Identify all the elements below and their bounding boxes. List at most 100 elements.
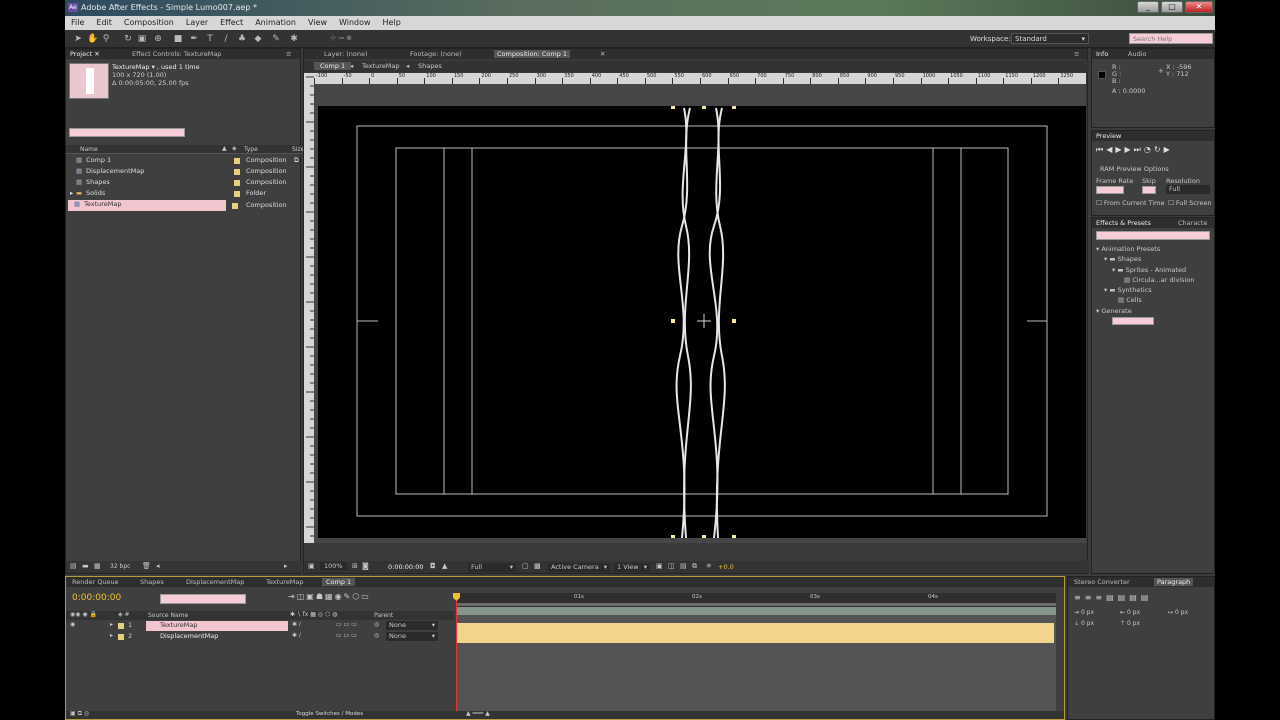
current-time-indicator[interactable] [456, 593, 457, 711]
live-update-icon[interactable]: ◫ [297, 592, 307, 601]
flow-shapes[interactable]: Shapes [418, 62, 442, 70]
prev-frame-icon[interactable]: ◀ [1106, 145, 1115, 154]
hand-tool-icon[interactable]: ✋ [87, 34, 98, 44]
toggle-pixel-aspect-icon[interactable]: ▣ [656, 562, 663, 570]
tab-displacementmap[interactable]: DisplacementMap [186, 578, 244, 586]
tab-effect-controls[interactable]: Effect Controls: TextureMap [132, 50, 221, 58]
draft-3d-icon[interactable]: ▣ [306, 592, 316, 601]
tab-shapes[interactable]: Shapes [140, 578, 164, 586]
parent-select[interactable]: None ▾ [386, 632, 438, 641]
tree-item[interactable]: ▤ Circula...ar division [1096, 275, 1212, 285]
view-layout-select[interactable]: 1 View ▾ [614, 563, 650, 572]
camera-tool-icon[interactable]: ▣ [137, 34, 147, 44]
panel-menu-icon[interactable]: ≡ [1074, 50, 1079, 58]
viewer-canvas[interactable] [314, 84, 1086, 543]
auto-keyframe-icon[interactable]: ⬡ [352, 592, 361, 601]
menu-effect[interactable]: Effect [214, 16, 249, 29]
exposure-value[interactable]: +0.0 [718, 563, 734, 571]
zoom-select[interactable]: 100% [320, 562, 347, 570]
disclosure-triangle-icon[interactable]: ▸ [70, 189, 73, 197]
space-after-field[interactable]: ⇣ 0 px [1074, 620, 1094, 627]
justify-center-icon[interactable]: ▤ [1118, 593, 1130, 602]
tab-composition[interactable]: Composition: Comp 1 [494, 50, 571, 58]
next-frame-icon[interactable]: ▶ [1125, 145, 1134, 154]
menu-composition[interactable]: Composition [118, 16, 180, 29]
project-item[interactable]: ▦ DisplacementMap Composition [68, 167, 298, 178]
pan-behind-tool-icon[interactable]: ⊕ [153, 34, 163, 44]
visibility-icon[interactable]: ◉ [70, 621, 75, 628]
clone-stamp-tool-icon[interactable]: ♣ [237, 34, 247, 44]
scroll-left-icon[interactable]: ◂ [156, 562, 160, 570]
color-channel-icon[interactable]: ▲ [442, 562, 447, 570]
column-source-name[interactable]: Source Name [148, 612, 188, 619]
search-help-input[interactable]: Search Help [1129, 33, 1213, 44]
menu-view[interactable]: View [302, 16, 333, 29]
ram-preview-options[interactable]: RAM Preview Options [1100, 165, 1169, 173]
layer-name[interactable]: DisplacementMap [160, 632, 218, 640]
preview-resolution-select[interactable]: Full [1166, 185, 1210, 194]
audio-icon[interactable]: ◔ [1144, 145, 1154, 154]
resolution-select[interactable]: Full ▾ [468, 563, 516, 572]
type-tool-icon[interactable]: T [205, 34, 215, 44]
project-item[interactable]: ▦ Comp 1 Composition ⧉ [68, 156, 299, 167]
tab-render-queue[interactable]: Render Queue [72, 578, 119, 586]
indent-left-field[interactable]: ⇥ 0 px [1074, 609, 1094, 616]
expand-triangle-icon[interactable]: ▸ [110, 621, 113, 628]
project-item[interactable]: ▸ ▬ Solids Folder [68, 189, 298, 200]
space-before-field[interactable]: ⇡ 0 px [1120, 620, 1140, 627]
timeline-timecode[interactable]: 0:00:00:00 [72, 593, 121, 603]
play-icon[interactable]: ▶ [1115, 145, 1124, 154]
camera-icon[interactable]: ◘ [430, 562, 436, 570]
motion-blur-icon[interactable]: ◉ [335, 592, 344, 601]
last-frame-icon[interactable]: ⏭ [1134, 145, 1144, 154]
frame-blending-icon[interactable]: ▦ [325, 592, 335, 601]
roto-brush-tool-icon[interactable]: ✎ [271, 34, 281, 44]
transparency-grid-icon[interactable]: ▩ [534, 562, 541, 570]
grid-icon[interactable]: ⊞ [352, 562, 358, 570]
close-tab-icon[interactable]: ✕ [600, 50, 605, 58]
comp-mini-flowchart-icon[interactable]: ⇥ [288, 592, 297, 601]
layer-switches-icon[interactable]: ✱ ∕ [292, 632, 301, 639]
project-search-input[interactable] [69, 128, 185, 137]
effects-search-input[interactable] [1096, 231, 1210, 240]
tab-character[interactable]: Characte [1178, 219, 1207, 227]
work-area-bar[interactable] [456, 603, 1056, 606]
project-item[interactable]: ▦ Shapes Composition [68, 178, 298, 189]
justify-all-icon[interactable]: ▤ [1141, 593, 1153, 602]
scroll-right-icon[interactable]: ▸ [284, 562, 288, 570]
justify-right-icon[interactable]: ▤ [1129, 593, 1141, 602]
tab-project[interactable]: Project ✕ [70, 50, 100, 58]
rectangle-tool-icon[interactable]: ■ [173, 34, 183, 44]
close-button[interactable]: ✕ [1185, 1, 1213, 13]
align-right-icon[interactable]: ≡ [1095, 593, 1106, 602]
tab-paragraph[interactable]: Paragraph [1154, 578, 1194, 586]
from-current-checkbox[interactable]: ☐ From Current Time [1096, 199, 1164, 207]
indent-right-field[interactable]: ⇤ 0 px [1120, 609, 1140, 616]
tree-item-selected[interactable] [1096, 316, 1212, 326]
selection-tool-icon[interactable]: ➤ [73, 34, 83, 44]
toggle-panes-icon[interactable]: ▣ ⧉ ◎ [70, 710, 89, 718]
bpc-label[interactable]: 32 bpc [110, 563, 130, 570]
toggle-switches-modes[interactable]: Toggle Switches / Modes [296, 711, 363, 717]
pickwhip-icon[interactable]: ◎ [374, 621, 379, 628]
tab-effects-presets[interactable]: Effects & Presets [1096, 219, 1151, 227]
column-parent[interactable]: Parent [374, 612, 393, 619]
region-of-interest-icon[interactable]: ▢ [522, 562, 529, 570]
expand-triangle-icon[interactable]: ▸ [110, 632, 113, 639]
puppet-tool-icon[interactable]: ✱ [289, 34, 299, 44]
trash-icon[interactable]: 🗑 [142, 562, 151, 570]
column-name[interactable]: Name [80, 146, 98, 153]
timeline-icon[interactable]: ▤ [680, 562, 687, 570]
rotate-tool-icon[interactable]: ↻ [123, 34, 133, 44]
flowchart-icon[interactable]: ⧉ [294, 156, 299, 165]
loop-icon[interactable]: ↻ [1154, 145, 1164, 154]
ram-preview-icon[interactable]: ▶ [1164, 145, 1173, 154]
snapshot-camera-icon[interactable]: ◙ [362, 562, 369, 570]
tree-item[interactable]: ▾ Generate [1096, 306, 1212, 316]
layer-label-swatch[interactable] [118, 634, 124, 640]
full-screen-checkbox[interactable]: ☐ Full Screen [1168, 199, 1211, 207]
axis-mode-icon[interactable]: ⊹ ⊸ ⊗ [330, 34, 352, 42]
menu-edit[interactable]: Edit [90, 16, 118, 29]
tab-layer[interactable]: Layer: (none) [324, 50, 368, 58]
brush-tool-icon[interactable]: / [221, 34, 231, 44]
